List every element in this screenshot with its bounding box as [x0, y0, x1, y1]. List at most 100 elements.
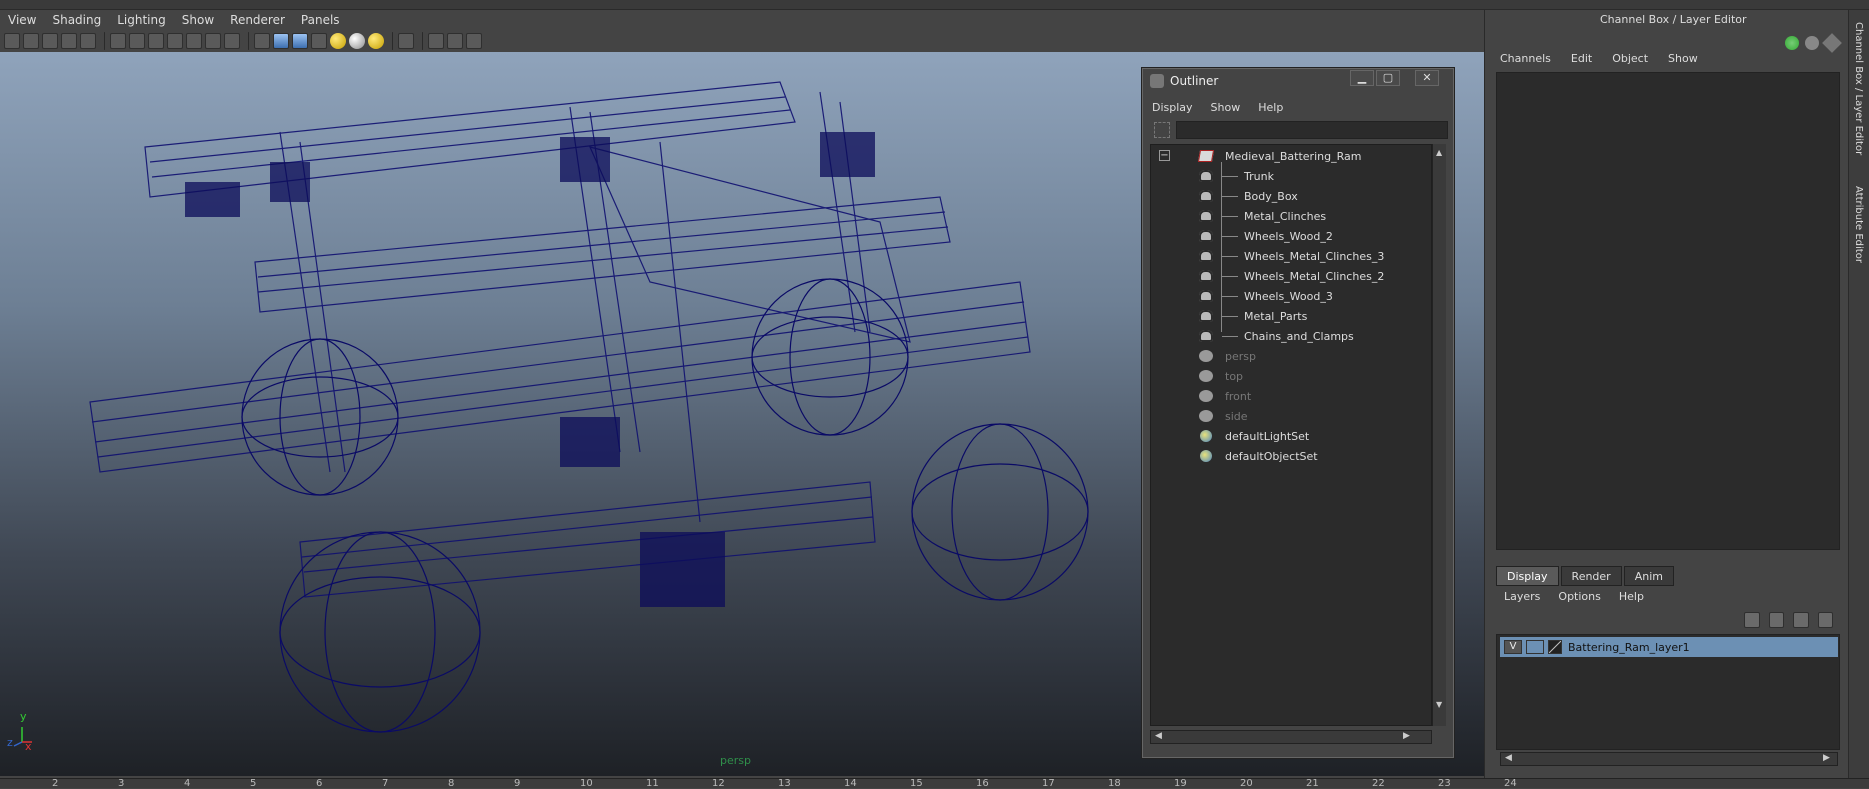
select-camera-icon[interactable] [4, 33, 20, 49]
2d-pan-icon[interactable] [80, 33, 96, 49]
outliner-titlebar[interactable]: Outliner [1146, 71, 1450, 91]
time-ruler[interactable]: 2 3 4 5 6 7 8 9 10 11 12 13 14 15 16 17 … [0, 778, 1869, 789]
menu-renderer[interactable]: Renderer [222, 13, 293, 27]
xray-icon[interactable] [428, 33, 444, 49]
transform-icon [1199, 270, 1213, 282]
outliner-horizontal-scrollbar[interactable]: ◀ ▶ [1150, 730, 1432, 744]
list-item[interactable]: Body_Box [1151, 186, 1431, 206]
visibility-toggle[interactable]: V [1504, 640, 1522, 654]
edit-menu[interactable]: Edit [1571, 52, 1592, 70]
move-layer-down-icon[interactable] [1768, 612, 1784, 628]
menu-shading[interactable]: Shading [44, 13, 109, 27]
layer-tools [1744, 612, 1836, 630]
list-item[interactable]: Wheels_Wood_2 [1151, 226, 1431, 246]
outliner-menu-help[interactable]: Help [1258, 101, 1283, 114]
close-button[interactable]: ✕ [1415, 70, 1439, 86]
scroll-left-icon[interactable]: ◀ [1155, 731, 1162, 741]
channels-menu[interactable]: Channels [1500, 52, 1551, 70]
list-item[interactable]: side [1151, 406, 1431, 426]
list-item[interactable]: front [1151, 386, 1431, 406]
high-quality-icon[interactable] [368, 33, 384, 49]
tab-anim[interactable]: Anim [1623, 566, 1674, 586]
minimize-button[interactable]: ▁ [1350, 70, 1374, 86]
list-item-label: persp [1225, 349, 1256, 363]
layer-name[interactable]: Battering_Ram_layer1 [1568, 641, 1690, 654]
list-item[interactable]: − Medieval_Battering_Ram [1151, 146, 1431, 166]
layer-color-swatch[interactable] [1548, 640, 1562, 654]
scroll-right-icon[interactable]: ▶ [1823, 753, 1830, 763]
menu-lighting[interactable]: Lighting [109, 13, 174, 27]
wireframe-on-shaded-icon[interactable] [292, 33, 308, 49]
outliner-menu-show[interactable]: Show [1211, 101, 1241, 114]
playback-toggle[interactable] [1526, 640, 1544, 654]
list-item[interactable]: defaultObjectSet [1151, 446, 1431, 466]
isolate-select-icon[interactable] [398, 33, 414, 49]
layer-row[interactable]: V Battering_Ram_layer1 [1500, 637, 1838, 657]
list-item-label: defaultObjectSet [1225, 449, 1318, 463]
move-layer-up-icon[interactable] [1744, 612, 1760, 628]
camera-attributes-icon[interactable] [23, 33, 39, 49]
transform-icon [1199, 210, 1213, 222]
list-item[interactable]: Metal_Parts [1151, 306, 1431, 326]
menu-show[interactable]: Show [174, 13, 222, 27]
toolbar-separator [422, 32, 423, 50]
show-menu[interactable]: Show [1668, 52, 1698, 70]
rotate-icon[interactable] [1805, 36, 1819, 50]
xray-joints-icon[interactable] [447, 33, 463, 49]
new-empty-layer-icon[interactable] [1793, 612, 1809, 628]
list-item[interactable]: Metal_Clinches [1151, 206, 1431, 226]
scroll-up-icon[interactable]: ▲ [1436, 148, 1442, 157]
list-item[interactable]: defaultLightSet [1151, 426, 1431, 446]
grid-icon[interactable] [110, 33, 126, 49]
options-menu[interactable]: Options [1558, 590, 1600, 606]
object-menu[interactable]: Object [1612, 52, 1648, 70]
safe-action-icon[interactable] [205, 33, 221, 49]
side-tab-attribute-editor[interactable]: Attribute Editor [1853, 186, 1864, 263]
help-menu[interactable]: Help [1619, 590, 1644, 606]
menu-view[interactable]: View [0, 13, 44, 27]
collapse-toggle[interactable]: − [1159, 150, 1170, 161]
outliner-vertical-scrollbar[interactable]: ▲ ▼ [1432, 144, 1446, 726]
list-item[interactable]: Wheels_Metal_Clinches_3 [1151, 246, 1431, 266]
scroll-left-icon[interactable]: ◀ [1505, 753, 1512, 763]
outliner-list[interactable]: − Medieval_Battering_Ram Trunk Body_Box … [1150, 144, 1432, 726]
list-item[interactable]: Chains_and_Clamps [1151, 326, 1431, 346]
move-tool-icon[interactable] [1785, 36, 1799, 50]
list-item[interactable]: Trunk [1151, 166, 1431, 186]
use-all-lights-icon[interactable] [330, 33, 346, 49]
list-item[interactable]: persp [1151, 346, 1431, 366]
menu-panels[interactable]: Panels [293, 13, 348, 27]
channel-box-area[interactable] [1496, 72, 1840, 550]
gate-mask-icon[interactable] [167, 33, 183, 49]
layer-editor-scrollbar[interactable]: ◀ ▶ [1500, 752, 1838, 766]
smooth-shade-icon[interactable] [273, 33, 289, 49]
maximize-button[interactable]: ▢ [1376, 70, 1400, 86]
tab-display[interactable]: Display [1496, 566, 1559, 586]
filter-icon[interactable] [1154, 122, 1170, 138]
shadows-icon[interactable] [349, 33, 365, 49]
safe-title-icon[interactable] [224, 33, 240, 49]
wireframe-icon[interactable] [254, 33, 270, 49]
xray-active-icon[interactable] [466, 33, 482, 49]
new-layer-from-selected-icon[interactable] [1817, 612, 1833, 628]
transform-icon [1199, 230, 1213, 242]
scroll-down-icon[interactable]: ▼ [1436, 700, 1442, 709]
field-chart-icon[interactable] [186, 33, 202, 49]
film-gate-icon[interactable] [129, 33, 145, 49]
tab-render[interactable]: Render [1560, 566, 1622, 586]
list-item[interactable]: Wheels_Wood_3 [1151, 286, 1431, 306]
outliner-menu-display[interactable]: Display [1152, 101, 1193, 114]
layers-menu[interactable]: Layers [1504, 590, 1540, 606]
textured-icon[interactable] [311, 33, 327, 49]
bookmark-icon[interactable] [42, 33, 58, 49]
list-item[interactable]: Wheels_Metal_Clinches_2 [1151, 266, 1431, 286]
tree-line [1222, 176, 1238, 177]
list-item[interactable]: top [1151, 366, 1431, 386]
outliner-search-input[interactable] [1176, 121, 1448, 139]
toolbar-separator [104, 32, 105, 50]
list-item-label: Trunk [1244, 169, 1274, 183]
side-tab-channel-box[interactable]: Channel Box / Layer Editor [1853, 22, 1864, 155]
image-plane-icon[interactable] [61, 33, 77, 49]
resolution-gate-icon[interactable] [148, 33, 164, 49]
scroll-right-icon[interactable]: ▶ [1403, 731, 1410, 741]
